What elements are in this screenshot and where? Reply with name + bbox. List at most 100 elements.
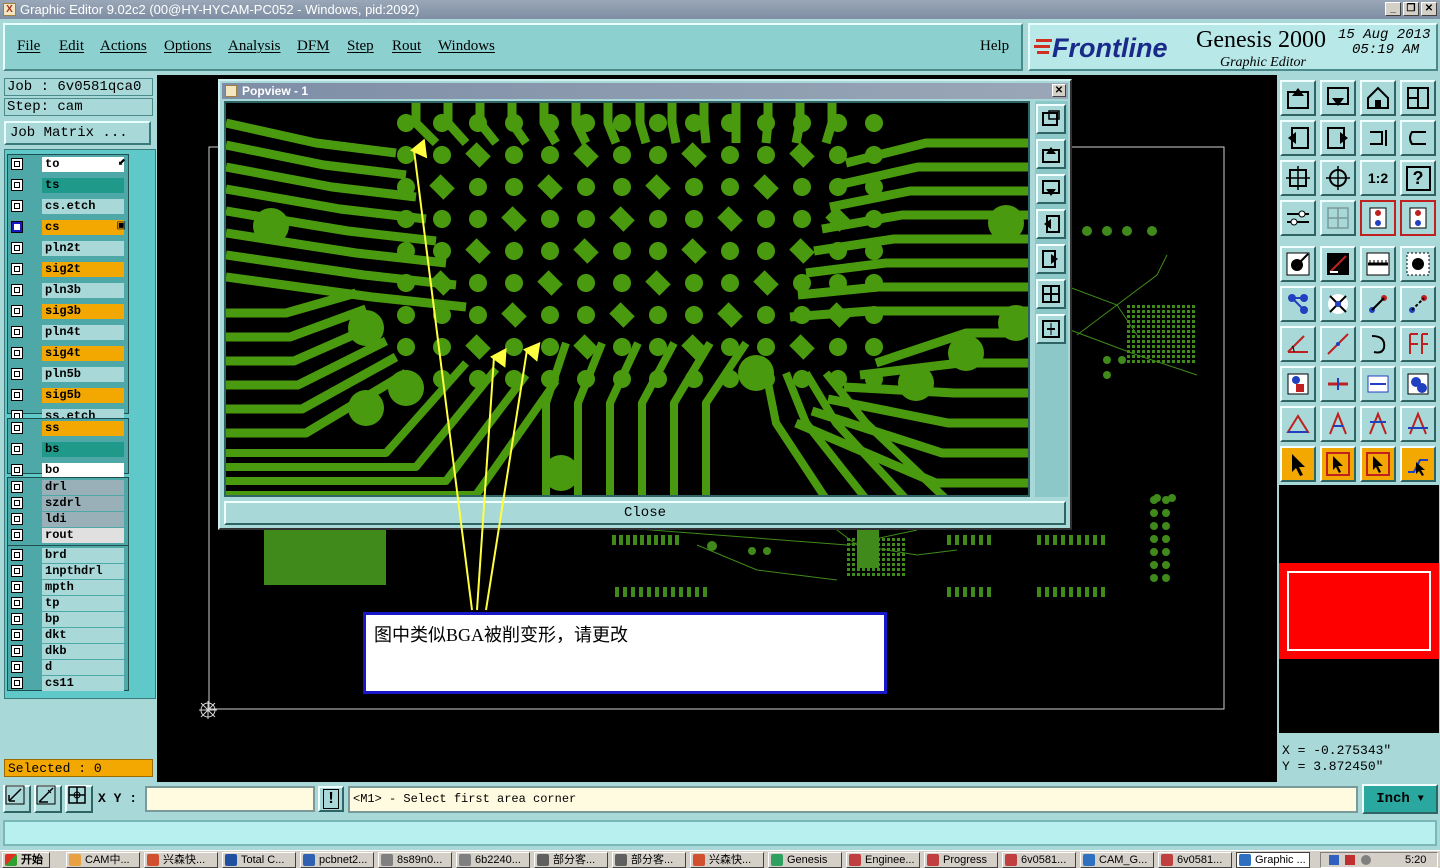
layer-checkbox[interactable] [11, 629, 23, 641]
network-icon[interactable] [1329, 855, 1339, 865]
layer-name[interactable]: dkb [42, 644, 124, 659]
layer-checkbox[interactable] [11, 326, 23, 338]
job-matrix-button[interactable]: Job Matrix ... [4, 121, 151, 145]
select-pointer-button[interactable] [1280, 446, 1316, 482]
select-feature-button[interactable] [1320, 446, 1356, 482]
layer-checkbox[interactable] [11, 347, 23, 359]
ruler-button[interactable] [1360, 246, 1396, 282]
popview-pan-right-button[interactable] [1036, 244, 1066, 274]
taskbar-item[interactable]: Graphic ... [1236, 852, 1310, 868]
display-settings-button[interactable] [1280, 200, 1316, 236]
home-up-button[interactable] [1280, 80, 1316, 116]
layer-row-d[interactable]: d [8, 659, 128, 675]
menu-options[interactable]: Options [164, 38, 212, 55]
layer-row-cs[interactable]: cs ▣ [8, 219, 128, 235]
minimize-button[interactable]: _ [1385, 2, 1401, 16]
layer-name[interactable]: ldi [42, 512, 124, 527]
layer-row-bs[interactable]: bs [8, 441, 128, 457]
grid-display-button[interactable] [1320, 200, 1356, 236]
layer-checkbox[interactable] [11, 613, 23, 625]
layer-checkbox[interactable] [11, 422, 23, 434]
layer-checkbox[interactable] [11, 200, 23, 212]
layer-checkbox[interactable] [11, 677, 23, 689]
swap-button[interactable] [1360, 120, 1396, 156]
triangle-c-button[interactable] [1400, 406, 1436, 442]
alert-button[interactable]: ! [318, 786, 344, 812]
layer-name[interactable]: bp [42, 612, 124, 627]
layer-row-tp[interactable]: tp [8, 595, 128, 611]
layer-checkbox[interactable] [11, 389, 23, 401]
layer-checkbox[interactable] [11, 529, 23, 541]
connect-button[interactable] [1280, 286, 1316, 322]
taskbar-item[interactable]: pcbnet2... [300, 852, 374, 868]
layer-row-bo[interactable]: bo [8, 462, 128, 478]
arc-button[interactable] [1360, 326, 1396, 362]
layer-checkbox[interactable] [11, 368, 23, 380]
redraw-button[interactable] [1400, 120, 1436, 156]
layer-name[interactable]: to [42, 157, 124, 172]
zoom-down-button[interactable] [1320, 80, 1356, 116]
popview-close-button[interactable]: Close [224, 501, 1066, 525]
taskbar-item[interactable]: 6b2240... [456, 852, 530, 868]
layer-row-ldi[interactable]: ldi [8, 511, 128, 527]
taskbar-item[interactable]: 兴森快... [690, 852, 764, 868]
layer-name[interactable]: pln2t [42, 241, 124, 256]
taskbar-item[interactable]: 8s89n0... [378, 852, 452, 868]
layer-name[interactable]: pln3b [42, 283, 124, 298]
select-pad-button[interactable] [1400, 246, 1436, 282]
ratio-button[interactable]: 1:2 [1360, 160, 1396, 196]
triangle-b-button[interactable] [1360, 406, 1396, 442]
transform-button[interactable] [1400, 366, 1436, 402]
menu-analysis[interactable]: Analysis [228, 38, 281, 55]
resize-button[interactable] [1360, 366, 1396, 402]
layer-name[interactable]: sig2t [42, 262, 124, 277]
layer-checkbox[interactable] [11, 305, 23, 317]
taskbar-item[interactable]: 部分客... [612, 852, 686, 868]
popview-close-x-button[interactable]: ✕ [1052, 84, 1066, 97]
menu-rout[interactable]: Rout [392, 38, 421, 55]
popview-pan-up-button[interactable] [1036, 139, 1066, 169]
xy-input[interactable] [145, 786, 315, 812]
taskbar-item[interactable]: 6v0581... [1158, 852, 1232, 868]
layer-name[interactable]: brd [42, 548, 124, 563]
popview-zoom-out-button[interactable] [1036, 314, 1066, 344]
layer-checkbox[interactable] [11, 284, 23, 296]
layer-row-drl[interactable]: drl [8, 479, 128, 495]
layer-colors-button[interactable] [1360, 200, 1396, 236]
help-button[interactable]: ? [1400, 160, 1436, 196]
rotate-feature-button[interactable] [1280, 366, 1316, 402]
layer-checkbox[interactable] [11, 661, 23, 673]
cut-button[interactable] [1320, 366, 1356, 402]
menu-help[interactable]: Help [980, 38, 1009, 55]
menu-edit[interactable]: Edit [59, 38, 84, 55]
layer-checkbox[interactable] [11, 179, 23, 191]
grid-mode-button[interactable] [65, 785, 93, 813]
taskbar-item[interactable]: 部分客... [534, 852, 608, 868]
layer-checkbox[interactable] [11, 513, 23, 525]
menu-dfm[interactable]: DFM [297, 38, 330, 55]
split-view-button[interactable] [1400, 80, 1436, 116]
layer-name[interactable]: rout [42, 528, 124, 543]
cross-delete-button[interactable] [1320, 286, 1356, 322]
layer-row-bp[interactable]: bp [8, 611, 128, 627]
window-title-bar[interactable]: X Graphic Editor 9.02c2 (00@HY-HYCAM-PC0… [0, 0, 1440, 19]
layer-name[interactable]: tp [42, 596, 124, 611]
layer-row-dkb[interactable]: dkb [8, 643, 128, 659]
popview-zoom-view[interactable] [224, 101, 1030, 497]
layer-row-ts[interactable]: ts [8, 177, 128, 193]
measure-mode-button[interactable] [34, 785, 62, 813]
layer-checkbox[interactable] [11, 481, 23, 493]
layer-name[interactable]: mpth [42, 580, 124, 595]
layer-checkbox[interactable] [11, 581, 23, 593]
home-button[interactable] [1360, 80, 1396, 116]
menu-actions[interactable]: Actions [100, 38, 147, 55]
volume-icon[interactable] [1361, 855, 1371, 865]
select-net-button[interactable] [1360, 446, 1396, 482]
pan-right-button[interactable] [1320, 120, 1356, 156]
popview-window[interactable]: Popview - 1 ✕ Close [218, 79, 1072, 530]
layer-row-dkt[interactable]: dkt [8, 627, 128, 643]
popview-zoom-in-button[interactable] [1036, 279, 1066, 309]
layer-row-sig4t[interactable]: sig4t [8, 345, 128, 361]
taskbar-item[interactable]: 6v0581... [1002, 852, 1076, 868]
layer-name[interactable]: 1npthdrl [42, 564, 124, 579]
